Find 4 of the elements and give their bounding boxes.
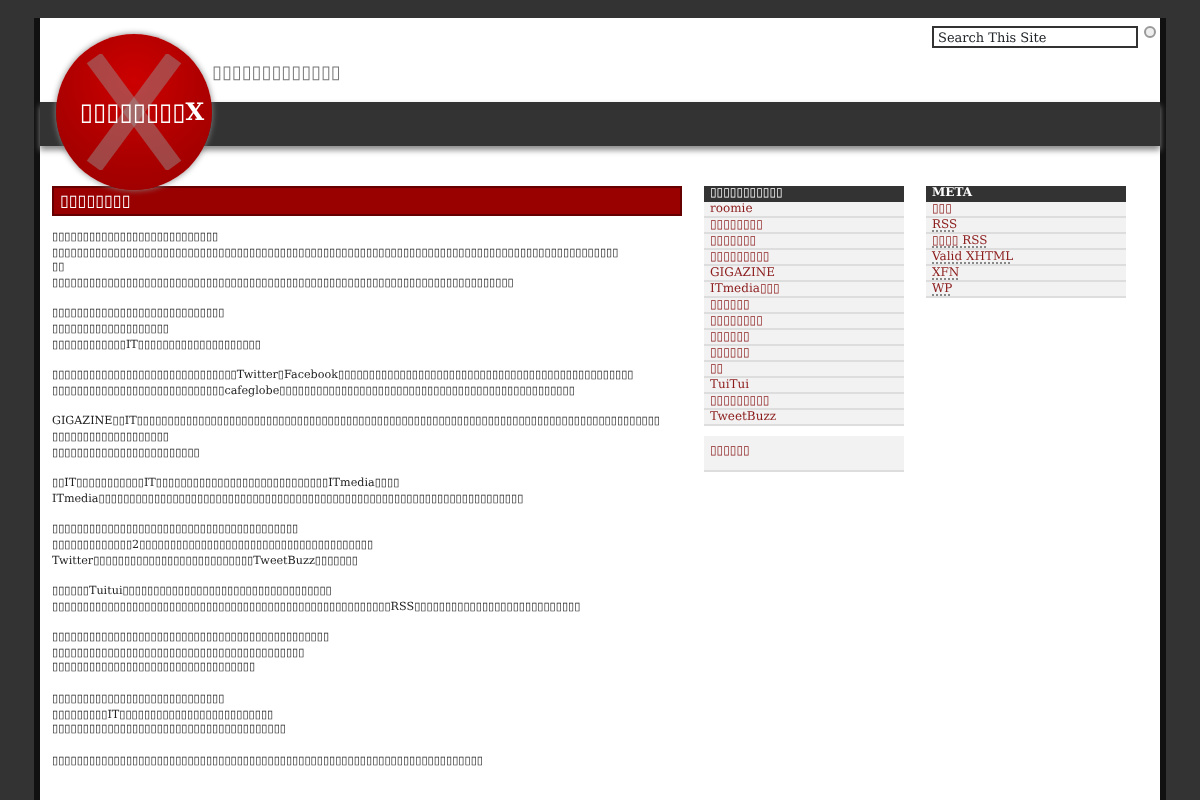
post-title: ▯▯▯▯▯▯▯▯ (52, 186, 682, 216)
search-button[interactable] (1144, 26, 1156, 38)
site-tagline: ▯▯▯▯▯▯▯▯▯▯▯▯▯ (212, 68, 341, 84)
logo-text[interactable]: ▯▯▯▯▯▯▯▯X (79, 98, 205, 126)
